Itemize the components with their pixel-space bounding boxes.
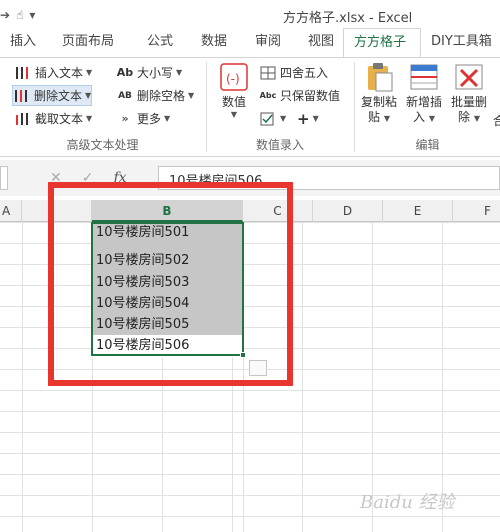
- cancel-icon[interactable]: ✕: [50, 170, 62, 186]
- copy-paste-button[interactable]: 复制粘 贴 ▼: [358, 61, 400, 135]
- chevron-down-icon: ▼: [383, 114, 390, 123]
- window-title: 方方格子.xlsx - Excel: [283, 11, 413, 26]
- chevron-down-icon: ▼: [312, 114, 319, 123]
- tab-fangfanggezi[interactable]: 方方格子: [343, 28, 421, 58]
- chevron-down-icon: ▼: [473, 114, 480, 123]
- column-header-b[interactable]: B: [92, 200, 243, 222]
- chevron-down-icon: ▼: [164, 114, 171, 123]
- number-entry-group: (-) 数值 ▼ 四舍五入 Abc 只保留数值 ▼ + ▼ 数值录入: [207, 58, 353, 156]
- tab-page-layout[interactable]: 页面布局: [52, 28, 137, 58]
- tab-view[interactable]: 视图: [298, 28, 343, 58]
- chevron-down-icon: ▼: [428, 114, 435, 123]
- plus-button[interactable]: + ▼: [297, 108, 319, 129]
- cell-b4[interactable]: 10号楼房间503: [92, 272, 243, 294]
- baidu-watermark: Baidu 经验: [360, 492, 455, 513]
- round-icon: [259, 65, 277, 81]
- ribbon: 插入文本 ▼ 删除文本 ▼ 截取文本 ▼ Ab 大小写 ▼ AB 删除空格 ▼: [0, 57, 500, 157]
- quick-access-toolbar: ➔ ☝ ▾: [0, 6, 35, 24]
- check-list-button[interactable]: ▼: [259, 108, 286, 129]
- chevron-down-icon: ▼: [86, 114, 93, 123]
- delete-text-button[interactable]: 删除文本 ▼: [12, 85, 93, 106]
- svg-text:(-): (-): [226, 72, 240, 86]
- column-header-c[interactable]: C: [243, 200, 313, 222]
- case-icon: Ab: [116, 66, 134, 79]
- more-button[interactable]: » 更多 ▼: [116, 108, 170, 129]
- chevron-down-icon: ▼: [86, 68, 93, 77]
- value-button[interactable]: (-) 数值 ▼: [213, 61, 255, 135]
- worksheet-grid: A B C D E F 10号楼房间501 10号楼房间502 10号楼房间50…: [0, 200, 500, 532]
- title-bar: ➔ ☝ ▾ 方方格子.xlsx - Excel: [0, 0, 500, 28]
- checklist-icon: [259, 111, 277, 127]
- confirm-icon[interactable]: ✓: [82, 170, 94, 186]
- redo-icon[interactable]: ➔: [0, 8, 10, 22]
- delete-spaces-button[interactable]: AB 删除空格 ▼: [116, 85, 194, 106]
- column-header-d[interactable]: D: [313, 200, 383, 222]
- insert-text-button[interactable]: 插入文本 ▼: [14, 62, 92, 83]
- tab-formulas[interactable]: 公式: [137, 28, 191, 58]
- formula-bar: ✕ ✓ fx 10号楼房间506: [0, 160, 500, 196]
- cell-b7-active[interactable]: 10号楼房间506: [92, 335, 243, 357]
- delete-spaces-icon: AB: [118, 90, 132, 101]
- cell-area[interactable]: [0, 222, 500, 532]
- chevron-down-icon: ▼: [280, 114, 287, 123]
- keep-value-icon: Abc: [259, 91, 277, 100]
- extract-text-icon: [14, 111, 32, 127]
- customize-qat-icon[interactable]: ▾: [29, 8, 35, 22]
- fill-handle[interactable]: [240, 352, 246, 358]
- delete-text-icon: [13, 88, 31, 104]
- double-arrow-icon: »: [121, 112, 129, 125]
- value-icon: (-): [218, 61, 250, 93]
- round-button[interactable]: 四舍五入: [259, 62, 328, 83]
- cell-b3[interactable]: 10号楼房间502: [92, 250, 243, 272]
- cell-b5[interactable]: 10号楼房间504: [92, 293, 243, 315]
- ribbon-tabs: 插入 页面布局 公式 数据 审阅 视图 方方格子 DIY工具箱: [0, 28, 500, 58]
- text-processing-group: 插入文本 ▼ 删除文本 ▼ 截取文本 ▼ Ab 大小写 ▼ AB 删除空格 ▼: [0, 58, 205, 156]
- delete-x-icon: [453, 61, 485, 93]
- insert-function-icon[interactable]: fx: [113, 170, 126, 186]
- touch-mode-icon[interactable]: ☝: [16, 8, 23, 22]
- column-header-f[interactable]: F: [453, 200, 500, 222]
- case-button[interactable]: Ab 大小写 ▼: [116, 62, 182, 83]
- new-insert-button[interactable]: 新增插 入 ▼: [403, 61, 445, 135]
- merge-button-partial[interactable]: 合: [493, 110, 500, 131]
- chevron-down-icon: ▼: [85, 91, 92, 100]
- keep-value-button[interactable]: Abc 只保留数值: [259, 85, 340, 106]
- chevron-down-icon: ▼: [188, 91, 195, 100]
- name-box[interactable]: [0, 166, 8, 190]
- quick-analysis-icon[interactable]: [249, 360, 267, 376]
- edit-group: 复制粘 贴 ▼ 新增插 入 ▼ 批量删 除 ▼ 合 编辑: [355, 58, 500, 156]
- extract-text-button[interactable]: 截取文本 ▼: [14, 108, 92, 129]
- insert-rows-icon: [408, 61, 440, 93]
- tab-review[interactable]: 审阅: [245, 28, 298, 58]
- column-headers: A B C D E F: [0, 200, 500, 222]
- insert-text-icon: [14, 65, 32, 81]
- cell-b6[interactable]: 10号楼房间505: [92, 314, 243, 336]
- edit-group-label: 编辑: [415, 138, 440, 152]
- tab-data[interactable]: 数据: [191, 28, 245, 58]
- formula-input[interactable]: 10号楼房间506: [158, 166, 500, 190]
- chevron-down-icon: ▼: [176, 68, 183, 77]
- column-header-e[interactable]: E: [383, 200, 453, 222]
- column-header-blank: [22, 200, 92, 222]
- text-group-label: 高级文本处理: [66, 138, 139, 152]
- tab-diy-toolbox[interactable]: DIY工具箱: [421, 28, 500, 58]
- column-header-a[interactable]: A: [0, 200, 22, 222]
- number-group-label: 数值录入: [255, 138, 304, 152]
- formula-controls: ✕ ✓ fx: [34, 166, 154, 190]
- cell-b1[interactable]: 10号楼房间501: [92, 222, 243, 244]
- tab-insert[interactable]: 插入: [0, 28, 52, 58]
- grid-line: [243, 222, 244, 532]
- chevron-down-icon: ▼: [230, 110, 238, 119]
- clipboard-icon: [363, 61, 395, 93]
- batch-delete-button[interactable]: 批量删 除 ▼: [448, 61, 490, 135]
